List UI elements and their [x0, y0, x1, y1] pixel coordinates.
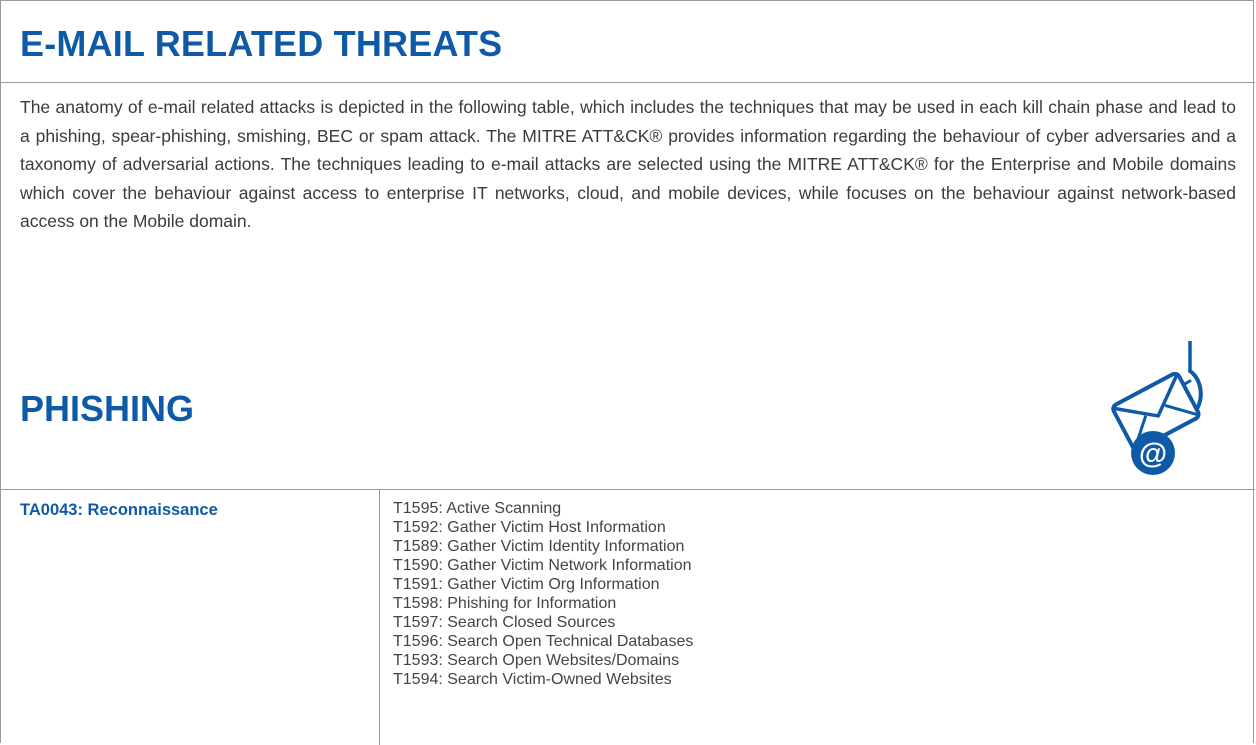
technique-item: T1594: Search Victim-Owned Websites — [393, 671, 672, 688]
technique-list: T1595: Active Scanning T1592: Gather Vic… — [393, 499, 693, 689]
technique-item: T1593: Search Open Websites/Domains — [393, 652, 680, 669]
technique-item: T1598: Phishing for Information — [393, 595, 617, 612]
table-column-divider — [379, 490, 380, 745]
tactics-table: TA0043: Reconnaissance T1595: Active Sca… — [1, 489, 1255, 745]
page-title: E-MAIL RELATED THREATS — [20, 23, 503, 64]
technique-item: T1595: Active Scanning — [393, 500, 562, 517]
svg-text:@: @ — [1139, 438, 1167, 470]
tactic-cell: TA0043: Reconnaissance — [20, 501, 218, 519]
technique-item: T1591: Gather Victim Org Information — [393, 576, 660, 593]
phishing-email-hook-icon: @ — [1111, 341, 1203, 475]
intro-paragraph: The anatomy of e-mail related attacks is… — [20, 97, 1236, 231]
section-title: PHISHING — [20, 388, 195, 429]
technique-item: T1596: Search Open Technical Databases — [393, 633, 694, 650]
document-frame: E-MAIL RELATED THREATS The anatomy of e-… — [0, 0, 1255, 745]
technique-item: T1592: Gather Victim Host Information — [393, 519, 666, 536]
technique-item: T1590: Gather Victim Network Information — [393, 557, 692, 574]
title-band: E-MAIL RELATED THREATS — [1, 1, 1255, 83]
technique-item: T1597: Search Closed Sources — [393, 614, 616, 631]
technique-item: T1589: Gather Victim Identity Informatio… — [393, 538, 685, 555]
